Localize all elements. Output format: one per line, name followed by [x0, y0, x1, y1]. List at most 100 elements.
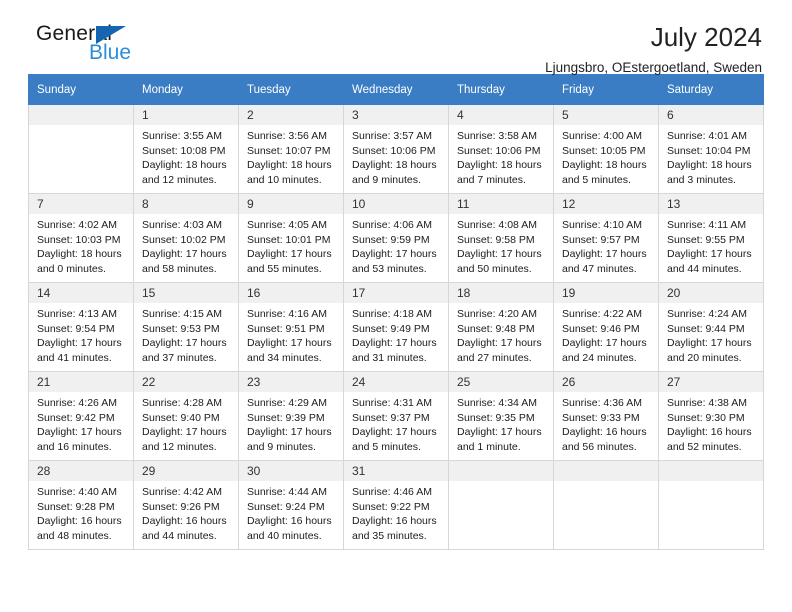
calendar-header-row: Sunday Monday Tuesday Wednesday Thursday…: [28, 74, 764, 105]
page-title: July 2024: [650, 22, 762, 52]
day-number: [29, 105, 133, 125]
day-cell[interactable]: 31 Sunrise: 4:46 AM Sunset: 9:22 PM Dayl…: [343, 460, 449, 550]
sunrise-text: Sunrise: 4:11 AM: [667, 219, 747, 231]
day-number: 28: [29, 461, 133, 481]
day-cell[interactable]: 18 Sunrise: 4:20 AM Sunset: 9:48 PM Dayl…: [448, 282, 554, 372]
sunrise-text: Sunrise: 4:16 AM: [247, 308, 327, 320]
week-row: 28 Sunrise: 4:40 AM Sunset: 9:28 PM Dayl…: [28, 460, 764, 550]
day-details: Sunrise: 4:28 AM Sunset: 9:40 PM Dayligh…: [134, 392, 238, 454]
day-cell: [448, 460, 554, 550]
day-details: Sunrise: 4:40 AM Sunset: 9:28 PM Dayligh…: [29, 481, 133, 543]
daylight-text-line2: and 5 minutes.: [562, 173, 631, 186]
weekday-header-saturday: Saturday: [658, 74, 764, 105]
daylight-text-line2: and 44 minutes.: [667, 262, 742, 275]
day-number: 25: [449, 372, 553, 392]
day-cell[interactable]: 9 Sunrise: 4:05 AM Sunset: 10:01 PM Dayl…: [238, 193, 344, 283]
day-details: Sunrise: 4:26 AM Sunset: 9:42 PM Dayligh…: [29, 392, 133, 454]
sunset-text: Sunset: 9:57 PM: [562, 233, 640, 246]
day-cell[interactable]: 16 Sunrise: 4:16 AM Sunset: 9:51 PM Dayl…: [238, 282, 344, 372]
day-number: [449, 461, 553, 481]
day-cell[interactable]: 21 Sunrise: 4:26 AM Sunset: 9:42 PM Dayl…: [28, 371, 134, 461]
day-cell[interactable]: 7 Sunrise: 4:02 AM Sunset: 10:03 PM Dayl…: [28, 193, 134, 283]
logo-text-blue: Blue: [89, 41, 132, 64]
sunrise-text: Sunrise: 4:22 AM: [562, 308, 642, 320]
day-number: 5: [554, 105, 658, 125]
day-cell[interactable]: 29 Sunrise: 4:42 AM Sunset: 9:26 PM Dayl…: [133, 460, 239, 550]
daylight-text-line2: and 0 minutes.: [37, 262, 106, 275]
sunrise-text: Sunrise: 4:44 AM: [247, 486, 327, 498]
weekday-header-thursday: Thursday: [448, 74, 554, 105]
day-cell[interactable]: 13 Sunrise: 4:11 AM Sunset: 9:55 PM Dayl…: [658, 193, 764, 283]
day-cell[interactable]: 4 Sunrise: 3:58 AM Sunset: 10:06 PM Dayl…: [448, 104, 554, 194]
day-number: 11: [449, 194, 553, 214]
day-cell[interactable]: 3 Sunrise: 3:57 AM Sunset: 10:06 PM Dayl…: [343, 104, 449, 194]
sunset-text: Sunset: 9:53 PM: [142, 322, 220, 335]
sunset-text: Sunset: 9:54 PM: [37, 322, 115, 335]
day-cell[interactable]: 22 Sunrise: 4:28 AM Sunset: 9:40 PM Dayl…: [133, 371, 239, 461]
day-number: 8: [134, 194, 238, 214]
daylight-text-line2: and 20 minutes.: [667, 351, 742, 364]
sunrise-text: Sunrise: 4:29 AM: [247, 397, 327, 409]
daylight-text-line1: Daylight: 16 hours: [37, 515, 122, 528]
day-cell[interactable]: 14 Sunrise: 4:13 AM Sunset: 9:54 PM Dayl…: [28, 282, 134, 372]
day-details: Sunrise: 4:13 AM Sunset: 9:54 PM Dayligh…: [29, 303, 133, 365]
day-cell[interactable]: 19 Sunrise: 4:22 AM Sunset: 9:46 PM Dayl…: [553, 282, 659, 372]
sunrise-text: Sunrise: 4:38 AM: [667, 397, 747, 409]
day-cell[interactable]: 25 Sunrise: 4:34 AM Sunset: 9:35 PM Dayl…: [448, 371, 554, 461]
sunrise-text: Sunrise: 4:36 AM: [562, 397, 642, 409]
sunrise-text: Sunrise: 4:01 AM: [667, 130, 747, 142]
day-cell[interactable]: 24 Sunrise: 4:31 AM Sunset: 9:37 PM Dayl…: [343, 371, 449, 461]
day-number: 23: [239, 372, 343, 392]
day-cell[interactable]: 11 Sunrise: 4:08 AM Sunset: 9:58 PM Dayl…: [448, 193, 554, 283]
daylight-text-line2: and 55 minutes.: [247, 262, 322, 275]
day-number: 3: [344, 105, 448, 125]
day-details: Sunrise: 4:42 AM Sunset: 9:26 PM Dayligh…: [134, 481, 238, 543]
day-cell[interactable]: 5 Sunrise: 4:00 AM Sunset: 10:05 PM Dayl…: [553, 104, 659, 194]
day-details: Sunrise: 4:05 AM Sunset: 10:01 PM Daylig…: [239, 214, 343, 276]
daylight-text-line2: and 44 minutes.: [142, 529, 217, 542]
day-number: 13: [659, 194, 763, 214]
weekday-header-tuesday: Tuesday: [238, 74, 344, 105]
title-block: July 2024 Ljungsbro, OEstergoetland, Swe…: [545, 22, 764, 78]
day-cell[interactable]: 2 Sunrise: 3:56 AM Sunset: 10:07 PM Dayl…: [238, 104, 344, 194]
day-cell[interactable]: 28 Sunrise: 4:40 AM Sunset: 9:28 PM Dayl…: [28, 460, 134, 550]
day-cell[interactable]: 15 Sunrise: 4:15 AM Sunset: 9:53 PM Dayl…: [133, 282, 239, 372]
day-details: Sunrise: 3:57 AM Sunset: 10:06 PM Daylig…: [344, 125, 448, 187]
day-number: 31: [344, 461, 448, 481]
daylight-text-line2: and 40 minutes.: [247, 529, 322, 542]
day-details: Sunrise: 4:15 AM Sunset: 9:53 PM Dayligh…: [134, 303, 238, 365]
day-details: Sunrise: 4:03 AM Sunset: 10:02 PM Daylig…: [134, 214, 238, 276]
day-cell[interactable]: 12 Sunrise: 4:10 AM Sunset: 9:57 PM Dayl…: [553, 193, 659, 283]
day-cell[interactable]: 6 Sunrise: 4:01 AM Sunset: 10:04 PM Dayl…: [658, 104, 764, 194]
day-details: Sunrise: 4:36 AM Sunset: 9:33 PM Dayligh…: [554, 392, 658, 454]
general-blue-logo[interactable]: General Blue: [28, 22, 228, 74]
day-number: 14: [29, 283, 133, 303]
day-details: Sunrise: 4:24 AM Sunset: 9:44 PM Dayligh…: [659, 303, 763, 365]
day-cell[interactable]: 8 Sunrise: 4:03 AM Sunset: 10:02 PM Dayl…: [133, 193, 239, 283]
day-cell[interactable]: 23 Sunrise: 4:29 AM Sunset: 9:39 PM Dayl…: [238, 371, 344, 461]
calendar-body: 1 Sunrise: 3:55 AM Sunset: 10:08 PM Dayl…: [28, 104, 764, 550]
week-row: 14 Sunrise: 4:13 AM Sunset: 9:54 PM Dayl…: [28, 282, 764, 372]
sunset-text: Sunset: 9:37 PM: [352, 411, 430, 424]
day-cell[interactable]: 20 Sunrise: 4:24 AM Sunset: 9:44 PM Dayl…: [658, 282, 764, 372]
sunset-text: Sunset: 10:03 PM: [37, 233, 121, 246]
week-row: 7 Sunrise: 4:02 AM Sunset: 10:03 PM Dayl…: [28, 193, 764, 283]
day-cell[interactable]: 1 Sunrise: 3:55 AM Sunset: 10:08 PM Dayl…: [133, 104, 239, 194]
day-details: Sunrise: 4:16 AM Sunset: 9:51 PM Dayligh…: [239, 303, 343, 365]
day-number: 6: [659, 105, 763, 125]
sunrise-text: Sunrise: 3:58 AM: [457, 130, 537, 142]
day-number: [659, 461, 763, 481]
day-cell[interactable]: 17 Sunrise: 4:18 AM Sunset: 9:49 PM Dayl…: [343, 282, 449, 372]
page-header: General Blue July 2024 Ljungsbro, OEster…: [28, 0, 764, 75]
day-cell[interactable]: 10 Sunrise: 4:06 AM Sunset: 9:59 PM Dayl…: [343, 193, 449, 283]
day-cell[interactable]: 30 Sunrise: 4:44 AM Sunset: 9:24 PM Dayl…: [238, 460, 344, 550]
sunrise-text: Sunrise: 4:40 AM: [37, 486, 117, 498]
day-details: Sunrise: 4:38 AM Sunset: 9:30 PM Dayligh…: [659, 392, 763, 454]
weekday-header-friday: Friday: [553, 74, 659, 105]
sunset-text: Sunset: 9:28 PM: [37, 500, 115, 513]
day-cell[interactable]: 27 Sunrise: 4:38 AM Sunset: 9:30 PM Dayl…: [658, 371, 764, 461]
day-cell[interactable]: 26 Sunrise: 4:36 AM Sunset: 9:33 PM Dayl…: [553, 371, 659, 461]
sunrise-text: Sunrise: 4:28 AM: [142, 397, 222, 409]
day-number: 24: [344, 372, 448, 392]
day-cell: [553, 460, 659, 550]
